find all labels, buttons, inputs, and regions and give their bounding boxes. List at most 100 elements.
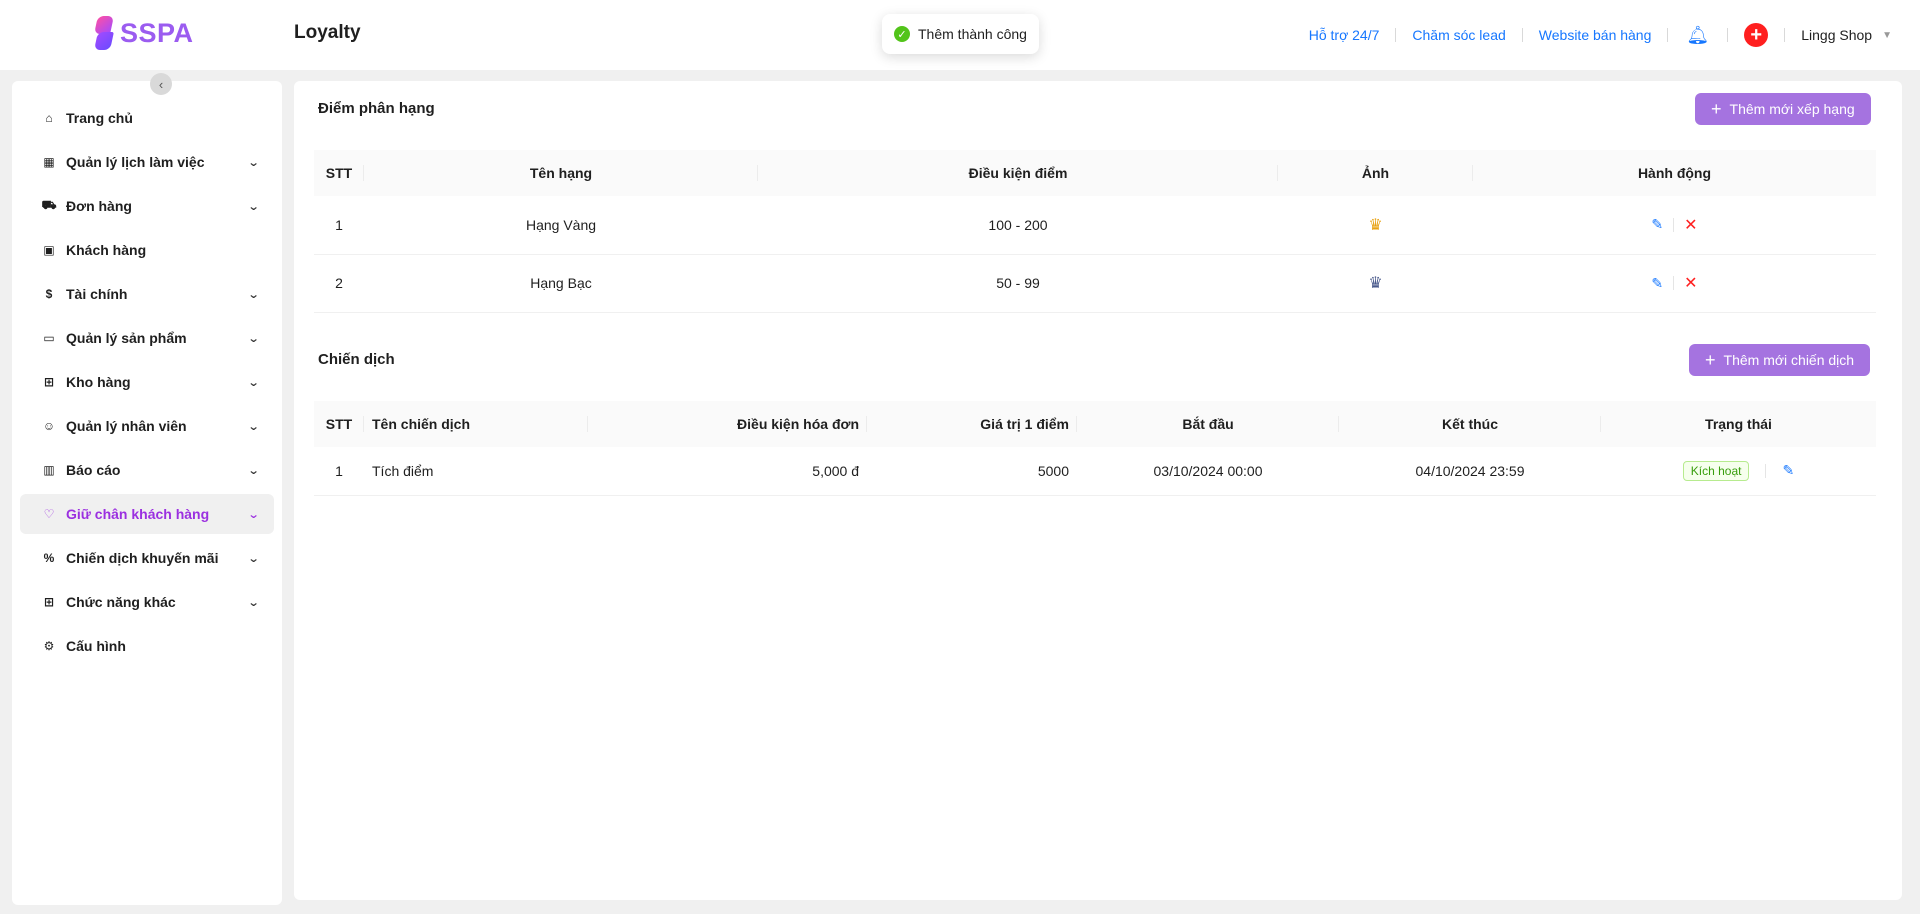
plus-icon: +	[1705, 350, 1716, 370]
sidebar-item-label: Kho hàng	[66, 374, 131, 390]
check-circle-icon: ✓	[894, 26, 910, 42]
chevron-down-icon[interactable]: ⌄	[247, 420, 259, 433]
sidebar-item[interactable]: ⊞ Kho hàng ⌄	[20, 362, 274, 402]
cart-icon: ⛟	[41, 198, 57, 212]
sidebar-item[interactable]: ▥ Báo cáo ⌄	[20, 450, 274, 490]
col-header: STT	[314, 150, 364, 196]
main-content: Điểm phân hạng + Thêm mới xếp hạng STT T…	[294, 81, 1902, 900]
sidebar-item-label: Quản lý sản phẩm	[66, 330, 187, 346]
dollar-icon: $	[45, 287, 53, 301]
campaign-end: 04/10/2024 23:59	[1339, 447, 1601, 496]
add-campaign-label: Thêm mới chiến dịch	[1723, 352, 1855, 368]
add-circle-icon[interactable]: +	[1744, 23, 1769, 47]
logo[interactable]: SSPA	[94, 16, 194, 50]
top-header: SSPA Loyalty ✓ Thêm thành công Hỗ trợ 24…	[0, 0, 1920, 70]
col-header: Tên chiến dịch	[364, 401, 588, 447]
chevron-down-icon: ▼	[1882, 29, 1892, 41]
campaign-name: Tích điểm	[364, 447, 588, 496]
col-header: Điều kiện điểm	[758, 150, 1278, 196]
home-icon: ⌂	[45, 111, 53, 125]
chevron-down-icon[interactable]: ⌄	[247, 508, 259, 521]
chevron-down-icon[interactable]: ⌄	[247, 156, 259, 169]
table-header-row: STT Tên chiến dịch Điều kiện hóa đơn Giá…	[314, 401, 1876, 447]
sidebar-item[interactable]: ⚙ Cấu hình	[20, 626, 274, 666]
col-header: Điều kiện hóa đơn	[588, 401, 867, 447]
sidebar-item[interactable]: ⊞ Chức năng khác ⌄	[20, 582, 274, 622]
chart-icon: ▥	[43, 463, 55, 477]
col-header: Tên hạng	[364, 150, 758, 196]
divider	[1727, 28, 1729, 42]
sidebar-item[interactable]: ☺ Quản lý nhân viên ⌄	[20, 406, 274, 446]
lead-care-link[interactable]: Chăm sóc lead	[1396, 27, 1521, 43]
campaign-stt: 1	[314, 447, 364, 496]
sidebar-item-label: Quản lý lịch làm việc	[66, 154, 205, 170]
rank-actions-cell: ✎ ✕	[1473, 254, 1876, 313]
delete-icon[interactable]: ✕	[1684, 215, 1697, 235]
edit-icon[interactable]: ✎	[1782, 462, 1794, 479]
sidebar-item[interactable]: ⌂ Trang chủ	[20, 98, 274, 138]
chevron-down-icon[interactable]: ⌄	[247, 332, 259, 345]
sidebar-item[interactable]: ▭ Quản lý sản phẩm ⌄	[20, 318, 274, 358]
status-badge: Kích hoạt	[1682, 460, 1750, 481]
sidebar-item-label: Trang chủ	[66, 110, 133, 126]
grid-icon: ⊞	[43, 595, 55, 609]
sidebar-item-label: Giữ chân khách hàng	[66, 506, 210, 522]
sidebar-item[interactable]: ♡ Giữ chân khách hàng ⌄	[20, 494, 274, 534]
campaign-status-cell: Kích hoạt ✎	[1601, 447, 1876, 496]
heart-icon: ♡	[43, 507, 55, 521]
campaign-section-title: Chiến dịch	[318, 351, 395, 368]
campaign-start: 03/10/2024 00:00	[1077, 447, 1339, 496]
table-row: 2 Hạng Bạc 50 - 99 ♛ ✎ ✕	[314, 254, 1876, 313]
add-rank-label: Thêm mới xếp hạng	[1729, 101, 1855, 117]
sidebar-menu: ⌂ Trang chủ ▦ Quản lý lịch làm việc ⌄ ⛟ Đơn hà…	[20, 98, 274, 670]
chevron-down-icon[interactable]: ⌄	[247, 288, 259, 301]
support-link[interactable]: Hỗ trợ 24/7	[1293, 27, 1396, 43]
sidebar-item[interactable]: ▣ Khách hàng	[20, 230, 274, 270]
sidebar-item-label: Khách hàng	[66, 242, 147, 258]
page-title: Loyalty	[294, 22, 361, 43]
staff-icon: ☺	[42, 419, 56, 433]
plus-icon: +	[1711, 99, 1722, 119]
calendar-icon: ▦	[43, 155, 55, 169]
campaign-invoice-condition: 5,000 đ	[588, 447, 867, 496]
rank-condition: 100 - 200	[758, 196, 1278, 255]
sidebar-item-label: Đơn hàng	[66, 198, 132, 214]
collapse-sidebar-button[interactable]: ‹	[150, 73, 172, 95]
add-campaign-button[interactable]: + Thêm mới chiến dịch	[1689, 344, 1871, 376]
sidebar-item[interactable]: $ Tài chính ⌄	[20, 274, 274, 314]
warehouse-icon: ⊞	[43, 375, 55, 389]
divider	[1673, 276, 1675, 290]
sidebar-item-label: Báo cáo	[66, 462, 121, 478]
rank-condition: 50 - 99	[758, 254, 1278, 313]
rank-section-title: Điểm phân hạng	[318, 100, 435, 117]
rank-image-cell: ♛	[1278, 254, 1473, 313]
edit-icon[interactable]: ✎	[1651, 216, 1663, 233]
chevron-down-icon[interactable]: ⌄	[247, 596, 259, 609]
rank-name: Hạng Bạc	[364, 254, 758, 313]
col-header: Bắt đầu	[1077, 401, 1339, 447]
sidebar-item[interactable]: ⛟ Đơn hàng ⌄	[20, 186, 274, 226]
chevron-down-icon[interactable]: ⌄	[247, 464, 259, 477]
sidebar-item[interactable]: ▦ Quản lý lịch làm việc ⌄	[20, 142, 274, 182]
crown-icon: ♛	[1368, 216, 1383, 234]
gear-icon: ⚙	[43, 639, 55, 653]
chevron-down-icon[interactable]: ⌄	[247, 552, 259, 565]
edit-icon[interactable]: ✎	[1651, 275, 1663, 292]
rank-actions-cell: ✎ ✕	[1473, 196, 1876, 255]
sidebar-item-label: Cấu hình	[66, 638, 126, 654]
add-rank-button[interactable]: + Thêm mới xếp hạng	[1695, 93, 1871, 125]
rank-table: STT Tên hạng Điều kiện điểm Ảnh Hành độn…	[314, 150, 1876, 313]
chevron-down-icon[interactable]: ⌄	[247, 200, 259, 213]
bell-icon[interactable]: 🔔︎	[1668, 25, 1727, 46]
col-header: Giá trị 1 điểm	[867, 401, 1077, 447]
sidebar-item[interactable]: % Chiến dịch khuyến mãi ⌄	[20, 538, 274, 578]
shop-selector[interactable]: Lingg Shop ▼	[1785, 27, 1892, 43]
customer-icon: ▣	[43, 243, 55, 257]
table-header-row: STT Tên hạng Điều kiện điểm Ảnh Hành độn…	[314, 150, 1876, 196]
sidebar-item-label: Tài chính	[66, 286, 128, 302]
rank-stt: 1	[314, 196, 364, 255]
delete-icon[interactable]: ✕	[1684, 273, 1697, 293]
chevron-down-icon[interactable]: ⌄	[247, 376, 259, 389]
shop-name: Lingg Shop	[1801, 27, 1873, 43]
sales-website-link[interactable]: Website bán hàng	[1523, 27, 1668, 43]
